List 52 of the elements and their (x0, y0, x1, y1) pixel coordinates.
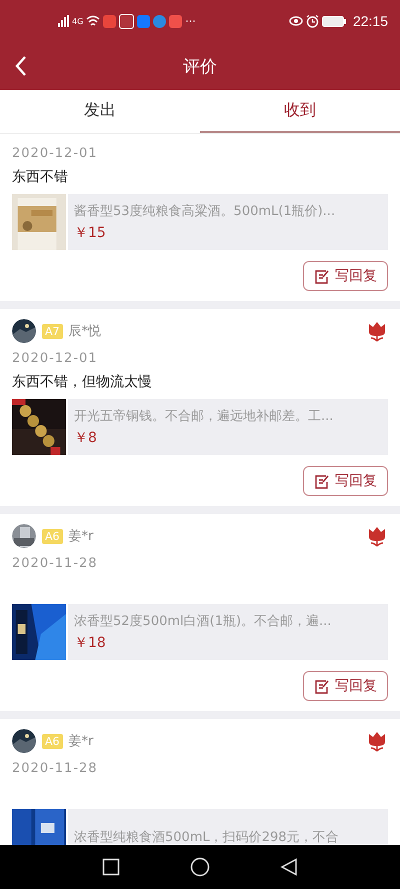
product-name: 开光五帝铜钱。不合邮，遍远地补邮差。工... (74, 408, 334, 425)
product-name: 酱香型53度纯粮食高粱酒。500mL(1瓶价)... (74, 203, 336, 220)
product-price: ￥15 (74, 224, 107, 242)
review-date: 2020-12-01 (12, 351, 99, 368)
review-date: 2020-11-28 (12, 556, 99, 573)
notification-icon (103, 14, 116, 28)
clock: 22:15 (352, 13, 388, 29)
flower-icon[interactable] (366, 320, 388, 342)
alarm-icon (306, 14, 319, 28)
notification-icon (153, 14, 166, 28)
home-icon[interactable] (190, 857, 210, 877)
product-info[interactable]: 开光五帝铜钱。不合邮，遍远地补邮差。工... ￥8 (68, 399, 388, 455)
product-name: 浓香型52度500ml白酒(1瓶)。不合邮，遍... (74, 613, 332, 630)
avatar[interactable] (12, 729, 36, 753)
review-date: 2020-11-28 (12, 761, 99, 778)
wifi-icon (86, 15, 100, 27)
review-text: 东西不错 (12, 168, 69, 187)
user-name: 姜*r (68, 732, 94, 750)
page-title: 评价 (183, 56, 217, 78)
level-badge: A7 (42, 324, 63, 338)
product-name: 浓香型纯粮食酒500mL，扫码价298元，不合 (74, 829, 340, 845)
back-nav-icon[interactable] (280, 858, 298, 876)
edit-icon (314, 474, 329, 488)
reply-button[interactable]: 写回复 (303, 466, 388, 496)
review-date: 2020-12-01 (12, 146, 99, 163)
user-name: 辰*悦 (68, 323, 102, 340)
level-badge: A6 (42, 734, 63, 748)
product-price: ￥8 (74, 429, 98, 447)
edit-icon (314, 678, 329, 694)
edit-icon (314, 268, 329, 284)
review-text: 东西不错，但物流太慢 (12, 373, 153, 392)
flower-icon[interactable] (366, 730, 388, 752)
network-type: 4G (72, 16, 84, 26)
reply-button[interactable]: 写回复 (303, 261, 388, 291)
signal-icon (58, 15, 69, 27)
product-price: ￥18 (74, 634, 107, 652)
notification-icon (137, 14, 150, 28)
avatar[interactable] (12, 319, 36, 343)
recent-apps-icon[interactable] (102, 858, 120, 876)
user-name: 姜*r (68, 528, 94, 545)
flower-icon[interactable] (366, 525, 388, 547)
more-notifications: ··· (185, 14, 196, 28)
level-badge: A6 (42, 528, 63, 544)
reply-button[interactable]: 写回复 (303, 671, 388, 701)
product-info[interactable]: 浓香型52度500ml白酒(1瓶)。不合邮，遍... ￥18 (68, 604, 388, 660)
back-icon[interactable] (14, 55, 28, 77)
eye-icon (288, 16, 303, 26)
notification-icon (119, 14, 134, 28)
battery-icon (322, 16, 346, 26)
product-info[interactable]: 酱香型53度纯粮食高粱酒。500mL(1瓶价)... ￥15 (68, 194, 388, 250)
notification-icon (169, 14, 182, 28)
avatar[interactable] (12, 524, 36, 548)
